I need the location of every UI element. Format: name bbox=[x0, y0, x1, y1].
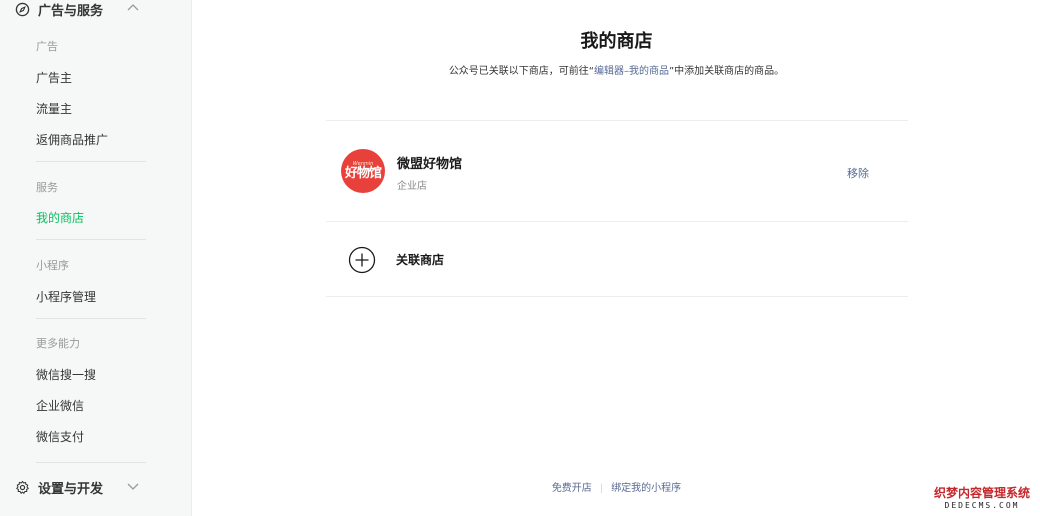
sidebar-item-wechat-pay[interactable]: 微信支付 bbox=[36, 428, 84, 445]
group-settings-dev-label: 设置与开发 bbox=[38, 481, 104, 497]
bind-miniprogram-link[interactable]: 绑定我的小程序 bbox=[611, 483, 681, 494]
watermark-line2: DEDECMS.COM bbox=[944, 501, 1020, 510]
shop-logo: Wenmin 好物馆 bbox=[341, 149, 385, 193]
shop-logo-text: 好物馆 bbox=[344, 166, 382, 181]
remove-shop-button[interactable]: 移除 bbox=[847, 165, 869, 181]
free-open-shop-link[interactable]: 免费开店 bbox=[552, 483, 592, 494]
sidebar-item-wechat-search[interactable]: 微信搜一搜 bbox=[36, 366, 96, 383]
editor-my-products-link[interactable]: 编辑器–我的商品 bbox=[594, 66, 669, 77]
watermark-line1: 织梦内容管理系统 bbox=[933, 486, 1030, 500]
shop-type: 企业店 bbox=[397, 181, 427, 192]
footer: 免费开店 | 绑定我的小程序 bbox=[193, 479, 1040, 494]
desc-suffix: ”中添加关联商店的商品。 bbox=[669, 66, 785, 77]
section-label-miniprogram: 小程序 bbox=[36, 259, 69, 272]
page-description: 公众号已关联以下商店，可前往“编辑器–我的商品”中添加关联商店的商品。 bbox=[193, 62, 1040, 77]
link-shop-button[interactable]: 关联商店 bbox=[326, 222, 908, 296]
group-ads-services-label: 广告与服务 bbox=[38, 3, 104, 19]
section-label-more: 更多能力 bbox=[36, 337, 80, 350]
chevron-down-icon[interactable] bbox=[126, 479, 140, 493]
sidebar-item-commission-promo[interactable]: 返佣商品推广 bbox=[36, 131, 108, 148]
plus-circle-icon bbox=[348, 246, 376, 274]
section-label-ads: 广告 bbox=[36, 40, 58, 53]
watermark: 织梦内容管理系统 DEDECMS.COM bbox=[934, 484, 1030, 510]
divider bbox=[36, 161, 146, 162]
divider bbox=[36, 462, 146, 463]
shop-name: 微盟好物馆 bbox=[397, 157, 463, 172]
compass-icon bbox=[14, 1, 30, 17]
section-label-services: 服务 bbox=[36, 181, 58, 194]
main-content: 我的商店 公众号已关联以下商店，可前往“编辑器–我的商品”中添加关联商店的商品。… bbox=[193, 0, 1040, 516]
sidebar-item-miniprogram-manage[interactable]: 小程序管理 bbox=[36, 288, 96, 305]
sidebar: 广告与服务 广告 广告主 流量主 返佣商品推广 服务 我的商店 小程序 小程序管… bbox=[0, 0, 192, 516]
sidebar-item-my-store[interactable]: 我的商店 bbox=[36, 209, 84, 226]
shop-row: Wenmin 好物馆 微盟好物馆 企业店 移除 bbox=[326, 121, 908, 221]
page-title: 我的商店 bbox=[580, 31, 653, 52]
footer-separator: | bbox=[599, 483, 604, 494]
sidebar-item-publisher[interactable]: 流量主 bbox=[36, 100, 72, 117]
divider bbox=[36, 318, 146, 319]
chevron-up-icon[interactable] bbox=[126, 1, 140, 15]
desc-prefix: 公众号已关联以下商店，可前往“ bbox=[448, 66, 594, 77]
gear-icon bbox=[14, 479, 30, 495]
group-ads-services[interactable]: 广告与服务 bbox=[14, 0, 144, 20]
sidebar-item-advertiser[interactable]: 广告主 bbox=[36, 69, 72, 86]
sidebar-item-wecom[interactable]: 企业微信 bbox=[36, 397, 84, 414]
link-shop-label: 关联商店 bbox=[396, 253, 445, 267]
group-settings-dev[interactable]: 设置与开发 bbox=[14, 476, 144, 498]
divider bbox=[36, 239, 146, 240]
divider bbox=[326, 296, 908, 297]
